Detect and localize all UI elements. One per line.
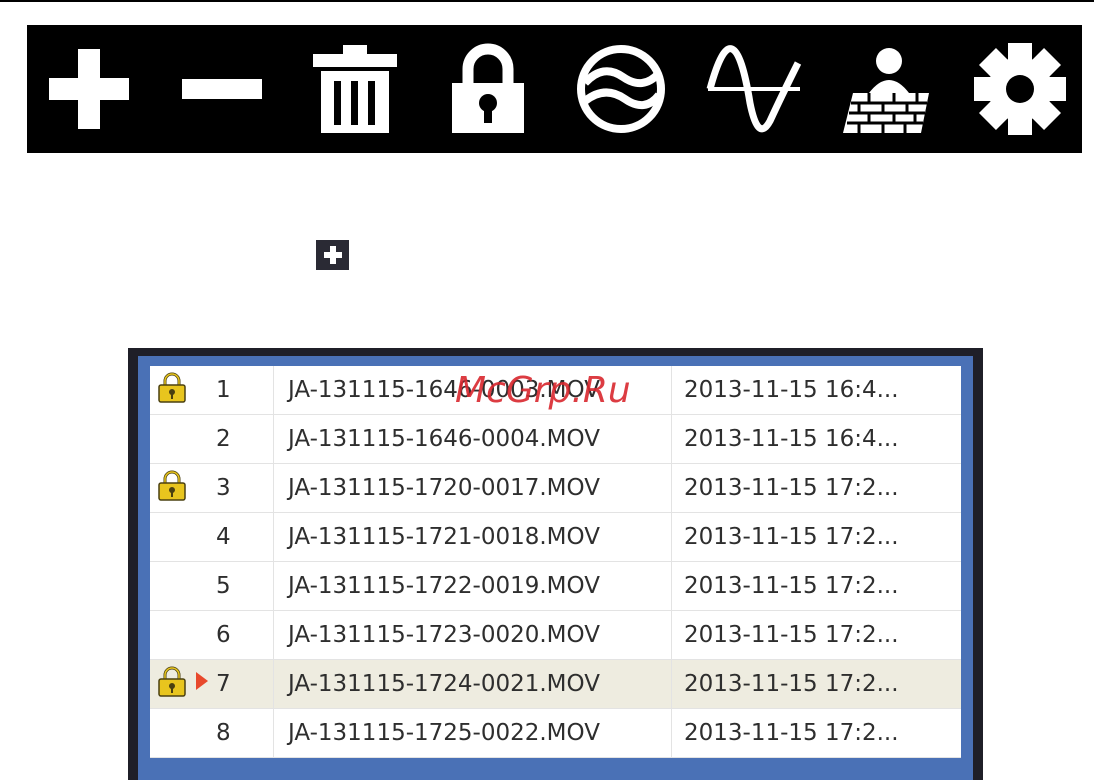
table-row[interactable]: 4 JA-131115-1721-0018.MOV 2013-11-15 17:2.… xyxy=(150,513,961,562)
lock-icon xyxy=(452,43,524,133)
table-row[interactable]: 2 JA-131115-1646-0004.MOV 2013-11-15 16:4.… xyxy=(150,415,961,464)
table-row[interactable]: 8 JA-131115-1725-0022.MOV 2013-11-15 17:2.… xyxy=(150,709,961,758)
row-lock-cell xyxy=(150,464,194,512)
row-marker-cell xyxy=(194,415,216,463)
file-date: 2013-11-15 17:2... xyxy=(684,622,899,648)
row-lock-cell xyxy=(150,611,194,659)
waveform-button[interactable] xyxy=(706,39,802,139)
file-date: 2013-11-15 16:4... xyxy=(684,377,899,403)
file-date: 2013-11-15 17:2... xyxy=(684,671,899,697)
file-date: 2013-11-15 16:4... xyxy=(684,426,899,452)
row-number: 1 xyxy=(216,366,274,414)
file-list-panel: 1 JA-131115-1646-0003.MOV 2013-11-15 16:4.… xyxy=(128,348,983,780)
delete-icon xyxy=(313,45,397,133)
expand-button[interactable] xyxy=(316,240,349,270)
row-lock-cell xyxy=(150,709,194,757)
table-row[interactable]: 1 JA-131115-1646-0003.MOV 2013-11-15 16:4.… xyxy=(150,366,961,415)
file-list-frame: 1 JA-131115-1646-0003.MOV 2013-11-15 16:4.… xyxy=(138,356,973,780)
file-name: JA-131115-1646-0004.MOV xyxy=(274,415,672,463)
row-number: 2 xyxy=(216,415,274,463)
file-name: JA-131115-1722-0019.MOV xyxy=(274,562,672,610)
add-icon xyxy=(49,49,129,129)
row-marker-cell xyxy=(194,660,216,708)
file-date: 2013-11-15 17:2... xyxy=(684,720,899,746)
lock-icon xyxy=(155,664,189,704)
waveform-icon xyxy=(706,45,802,133)
file-table: 1 JA-131115-1646-0003.MOV 2013-11-15 16:4.… xyxy=(150,366,961,758)
row-marker-cell xyxy=(194,366,216,414)
row-marker-cell xyxy=(194,513,216,561)
row-lock-cell xyxy=(150,366,194,414)
gear-icon xyxy=(974,43,1066,135)
file-name: JA-131115-1720-0017.MOV xyxy=(274,464,672,512)
row-number: 8 xyxy=(216,709,274,757)
row-marker-cell xyxy=(194,562,216,610)
table-row[interactable]: 3 JA-131115-1720-0017.MOV 2013-11-15 17:2.… xyxy=(150,464,961,513)
lock-icon xyxy=(155,468,189,508)
file-date: 2013-11-15 17:2... xyxy=(684,573,899,599)
plus-icon xyxy=(323,246,342,264)
file-name: JA-131115-1721-0018.MOV xyxy=(274,513,672,561)
row-lock-cell xyxy=(150,513,194,561)
top-rule xyxy=(0,0,1094,2)
table-row[interactable]: 5 JA-131115-1722-0019.MOV 2013-11-15 17:2.… xyxy=(150,562,961,611)
settings-button[interactable] xyxy=(972,39,1068,139)
globe-icon xyxy=(577,45,665,133)
file-name: JA-131115-1724-0021.MOV xyxy=(274,660,672,708)
row-marker-cell xyxy=(194,611,216,659)
row-number: 3 xyxy=(216,464,274,512)
table-row[interactable]: 7 JA-131115-1724-0021.MOV 2013-11-15 17:2.… xyxy=(150,660,961,709)
row-marker-cell xyxy=(194,709,216,757)
delete-button[interactable] xyxy=(307,39,403,139)
lock-icon xyxy=(155,370,189,410)
remove-button[interactable] xyxy=(174,39,270,139)
file-name: JA-131115-1723-0020.MOV xyxy=(274,611,672,659)
row-lock-cell xyxy=(150,562,194,610)
lock-button[interactable] xyxy=(440,39,536,139)
row-lock-cell xyxy=(150,660,194,708)
firewall-button[interactable] xyxy=(839,39,935,139)
row-number: 6 xyxy=(216,611,274,659)
file-date: 2013-11-15 17:2... xyxy=(684,475,899,501)
row-marker-cell xyxy=(194,464,216,512)
row-number: 4 xyxy=(216,513,274,561)
row-number: 5 xyxy=(216,562,274,610)
file-name: JA-131115-1646-0003.MOV xyxy=(274,366,672,414)
globe-button[interactable] xyxy=(573,39,669,139)
table-row[interactable]: 6 JA-131115-1723-0020.MOV 2013-11-15 17:2.… xyxy=(150,611,961,660)
row-number: 7 xyxy=(216,660,274,708)
toolbar xyxy=(27,25,1082,153)
add-button[interactable] xyxy=(41,39,137,139)
row-lock-cell xyxy=(150,415,194,463)
firewall-icon xyxy=(843,48,929,133)
remove-icon xyxy=(182,79,262,99)
play-marker-icon xyxy=(194,670,210,698)
file-name: JA-131115-1725-0022.MOV xyxy=(274,709,672,757)
file-date: 2013-11-15 17:2... xyxy=(684,524,899,550)
